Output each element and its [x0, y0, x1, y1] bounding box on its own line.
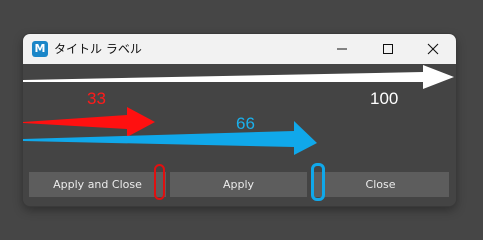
minimize-icon: [337, 48, 347, 50]
app-icon: M: [32, 41, 48, 57]
red-splitter-handle[interactable]: [154, 164, 165, 200]
window-title: タイトル ラベル: [54, 42, 142, 56]
red-value-label: 33: [87, 89, 106, 108]
blue-value-label: 66: [236, 114, 255, 133]
close-window-button[interactable]: [410, 34, 456, 64]
white-value-arrow: [23, 65, 454, 89]
blue-value-arrow: [23, 121, 317, 155]
maximize-button[interactable]: [365, 34, 411, 64]
apply-and-close-button[interactable]: Apply and Close: [29, 172, 166, 197]
maximize-icon: [383, 44, 393, 54]
close-icon: [427, 43, 439, 55]
minimize-button[interactable]: [319, 34, 365, 64]
close-button[interactable]: Close: [312, 172, 449, 197]
dialog-window: M タイトル ラベル 33 66 100 Apply and Close App…: [23, 34, 456, 206]
apply-button[interactable]: Apply: [170, 172, 307, 197]
white-value-label: 100: [370, 89, 399, 108]
title-bar[interactable]: M タイトル ラベル: [23, 34, 456, 64]
blue-splitter-handle[interactable]: [311, 163, 325, 201]
dialog-content: 33 66 100 Apply and Close Apply Close: [23, 64, 456, 206]
red-value-arrow: [23, 107, 155, 137]
